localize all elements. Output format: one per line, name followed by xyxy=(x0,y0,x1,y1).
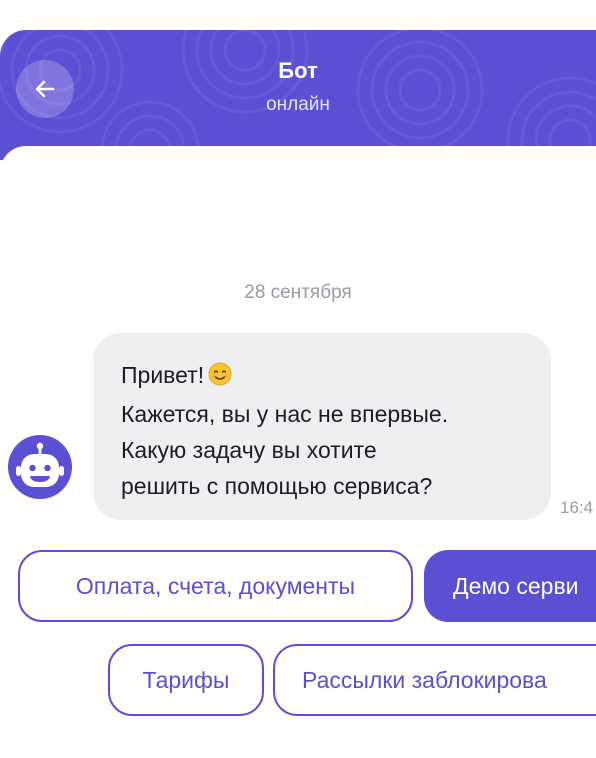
date-separator: 28 сентября xyxy=(244,282,352,303)
quick-reply-demo[interactable]: Демо серви xyxy=(424,550,596,622)
message-text: Кажется, вы у нас не впервые. xyxy=(121,401,449,427)
message-time: 16:4 xyxy=(560,498,594,517)
robot-icon xyxy=(16,442,64,487)
bot-avatar xyxy=(8,435,72,499)
chat-status: онлайн xyxy=(266,94,330,115)
bot-message-bubble: Привет! Кажется, вы у нас не впервые. Ка… xyxy=(93,333,551,520)
message-text: решить с помощью сервиса? xyxy=(121,473,433,499)
quick-reply-tariffs[interactable]: Тарифы xyxy=(108,644,264,716)
chat-title: Бот xyxy=(278,58,318,83)
message-text: Привет! xyxy=(121,362,205,388)
smiling-face-emoji xyxy=(208,360,232,396)
quick-reply-blocked-mailings[interactable]: Рассылки заблокирова xyxy=(273,644,596,716)
quick-reply-payments[interactable]: Оплата, счета, документы xyxy=(18,550,413,622)
chat-content: 28 сентября Привет! Кажется, вы у нас не… xyxy=(0,146,596,758)
message-text: Какую задачу вы хотите xyxy=(121,437,377,463)
chat-header: Бот онлайн xyxy=(0,30,596,160)
message-line-1: Привет! xyxy=(121,357,531,396)
